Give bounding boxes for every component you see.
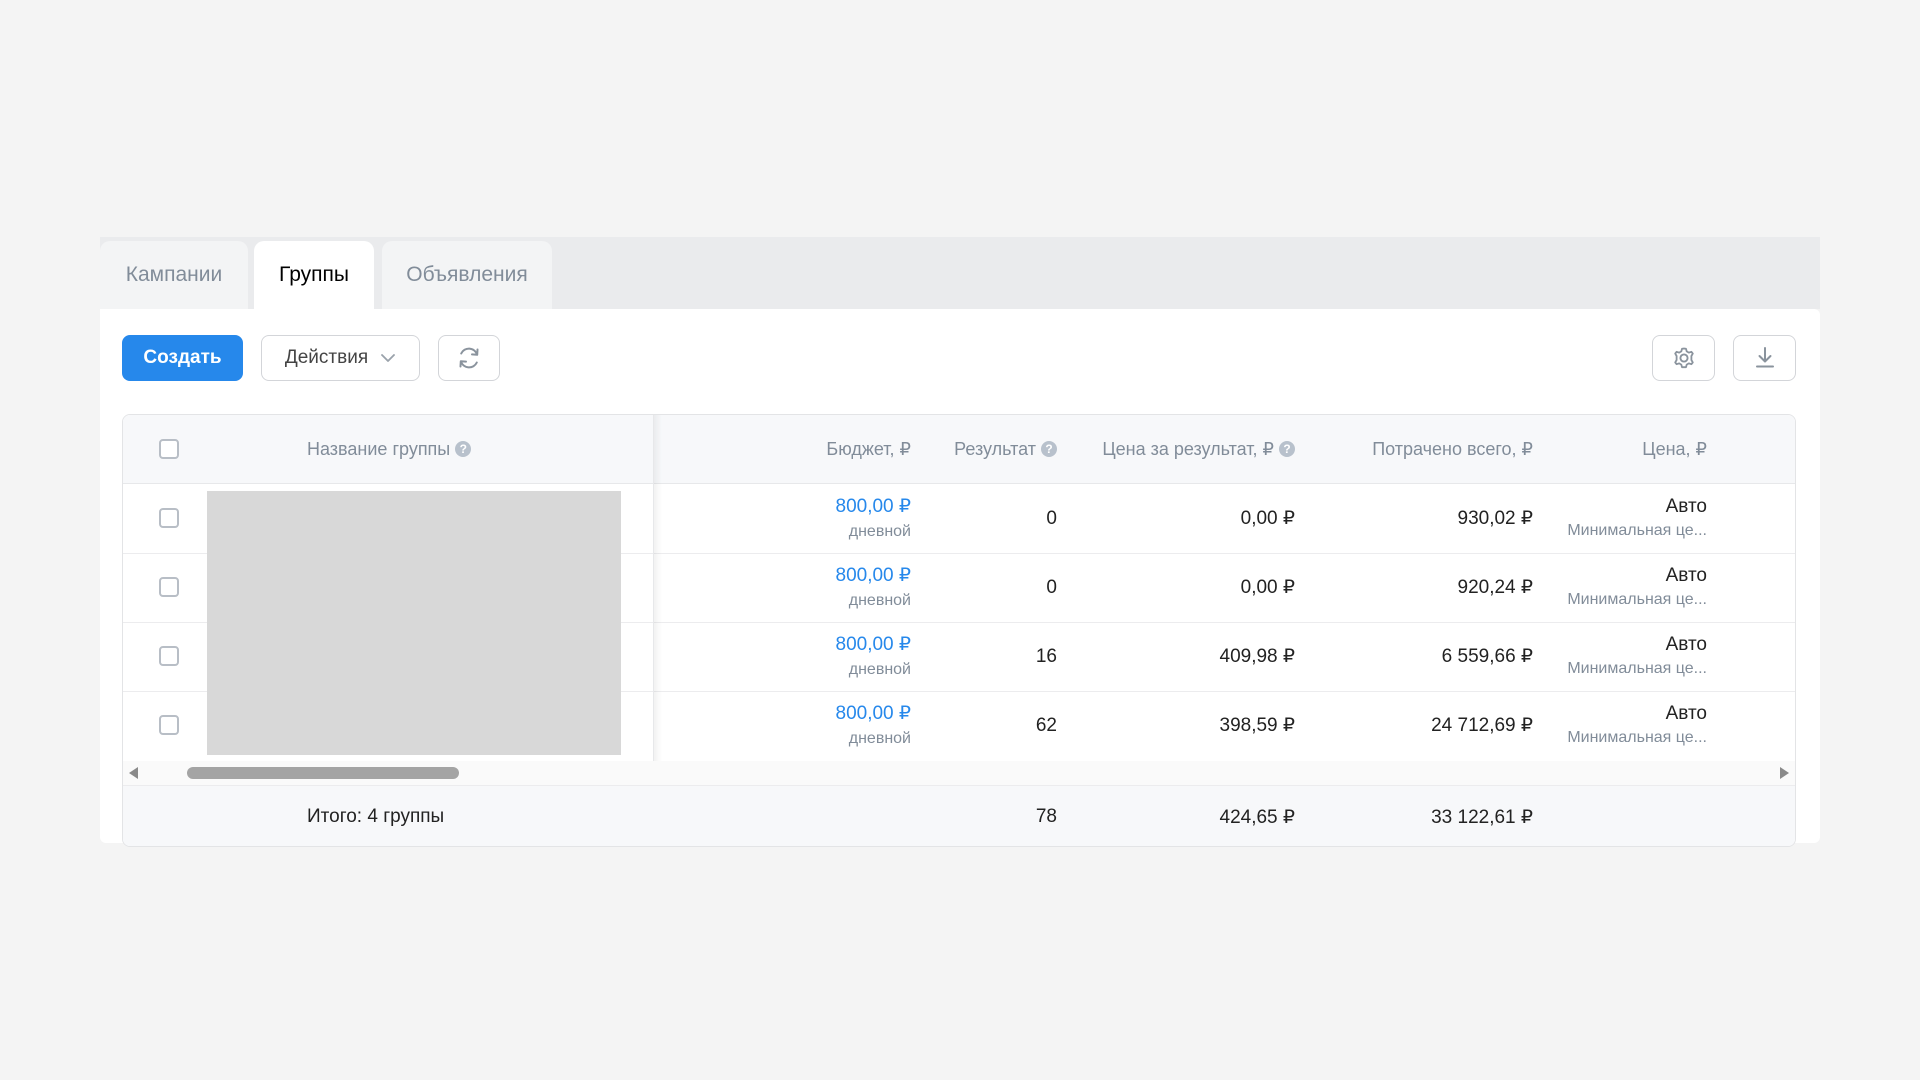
- spent-total-cell: 6 559,66 ₽: [1441, 646, 1533, 667]
- budget-value-link[interactable]: 800,00 ₽: [836, 632, 911, 658]
- cost-per-result-cell: 398,59 ₽: [1219, 715, 1295, 736]
- redacted-group-names: [207, 491, 621, 755]
- row-checkbox[interactable]: [159, 646, 179, 666]
- column-header-result[interactable]: Результат ?: [923, 415, 1057, 483]
- price-cell: Авто Минимальная це...: [1543, 622, 1707, 691]
- spent-total-cell: 24 712,69 ₽: [1431, 715, 1533, 736]
- budget-value-link[interactable]: 800,00 ₽: [836, 563, 911, 589]
- scroll-thumb[interactable]: [187, 767, 459, 779]
- column-header-cost-per-result[interactable]: Цена за результат, ₽ ?: [1063, 415, 1295, 483]
- price-cell: Авто Минимальная це...: [1543, 691, 1707, 760]
- column-header-price-label: Цена, ₽: [1642, 438, 1707, 459]
- help-icon[interactable]: ?: [1041, 441, 1057, 457]
- budget-type: дневной: [848, 522, 911, 540]
- cost-per-result-cell: 0,00 ₽: [1240, 508, 1295, 529]
- refresh-icon: [456, 345, 482, 371]
- price-strategy: Минимальная це...: [1567, 521, 1707, 539]
- price-cell: Авто Минимальная це...: [1543, 553, 1707, 622]
- refresh-button[interactable]: [438, 335, 500, 381]
- horizontal-scrollbar[interactable]: [123, 761, 1795, 786]
- budget-type: дневной: [848, 660, 911, 678]
- tab-groups[interactable]: Группы: [254, 241, 374, 309]
- spent-total-cell: 920,24 ₽: [1457, 577, 1533, 598]
- result-cell: 0: [1046, 576, 1057, 598]
- cost-per-result-cell: 0,00 ₽: [1240, 577, 1295, 598]
- column-header-cost-per-result-label: Цена за результат, ₽: [1102, 438, 1274, 459]
- result-cell: 16: [1035, 645, 1057, 667]
- price-strategy: Минимальная це...: [1567, 590, 1707, 608]
- tab-ads[interactable]: Объявления: [382, 241, 552, 309]
- row-checkbox[interactable]: [159, 715, 179, 735]
- frozen-column-shadow: [654, 415, 662, 761]
- budget-cell: 800,00 ₽ дневной: [723, 622, 911, 691]
- settings-button[interactable]: [1652, 335, 1715, 381]
- select-all-checkbox[interactable]: [159, 439, 179, 459]
- price-value: Авто: [1665, 564, 1707, 586]
- row-checkbox[interactable]: [159, 508, 179, 528]
- groups-panel: Кампании Группы Объявления Создать Дейст…: [100, 237, 1820, 847]
- footer-cost-per-result: 424,65 ₽: [1219, 806, 1295, 828]
- footer-result: 78: [1035, 806, 1057, 827]
- column-header-name-label: Название группы: [307, 438, 451, 459]
- download-button[interactable]: [1733, 335, 1796, 381]
- column-header-spent-total[interactable]: Потрачено всего, ₽: [1303, 415, 1533, 483]
- chevron-down-icon: [380, 353, 396, 363]
- tab-bar: Кампании Группы Объявления: [100, 237, 1820, 309]
- column-header-result-label: Результат: [954, 438, 1036, 459]
- price-strategy: Минимальная це...: [1567, 659, 1707, 677]
- price-cell: Авто Минимальная це...: [1543, 484, 1707, 553]
- cost-per-result-cell: 409,98 ₽: [1219, 646, 1295, 667]
- column-header-price[interactable]: Цена, ₽: [1543, 415, 1707, 483]
- budget-cell: 800,00 ₽ дневной: [723, 553, 911, 622]
- result-cell: 0: [1046, 507, 1057, 529]
- budget-type: дневной: [848, 729, 911, 747]
- table-footer: Итого: 4 группы 78 424,65 ₽ 33 122,61 ₽: [123, 786, 1795, 846]
- budget-value-link[interactable]: 800,00 ₽: [836, 701, 911, 727]
- create-button-label: Создать: [143, 347, 222, 368]
- column-header-budget-label: Бюджет, ₽: [826, 438, 911, 459]
- column-header-spent-total-label: Потрачено всего, ₽: [1372, 438, 1533, 459]
- budget-value-link[interactable]: 800,00 ₽: [836, 494, 911, 520]
- footer-total-label: Итого: 4 группы: [307, 806, 445, 827]
- footer-spent-total: 33 122,61 ₽: [1431, 806, 1533, 828]
- tab-content: Создать Действия Название группы ? Бюдже…: [100, 309, 1820, 847]
- table-header: Название группы ? Бюджет, ₽ Результат ? …: [123, 415, 1795, 484]
- tab-campaigns[interactable]: Кампании: [100, 241, 248, 309]
- gear-icon: [1671, 345, 1697, 371]
- budget-cell: 800,00 ₽ дневной: [723, 484, 911, 553]
- groups-table: Название группы ? Бюджет, ₽ Результат ? …: [122, 414, 1796, 847]
- download-icon: [1752, 345, 1778, 371]
- price-value: Авто: [1665, 495, 1707, 517]
- spent-total-cell: 930,02 ₽: [1457, 508, 1533, 529]
- actions-dropdown[interactable]: Действия: [261, 335, 420, 381]
- help-icon[interactable]: ?: [455, 441, 472, 457]
- actions-dropdown-label: Действия: [284, 347, 369, 368]
- column-header-name[interactable]: Название группы ?: [307, 415, 472, 483]
- scroll-right-icon[interactable]: [1780, 767, 1789, 779]
- row-checkbox[interactable]: [159, 577, 179, 597]
- budget-cell: 800,00 ₽ дневной: [723, 691, 911, 760]
- help-icon[interactable]: ?: [1279, 441, 1295, 457]
- price-value: Авто: [1665, 702, 1707, 724]
- scroll-left-icon[interactable]: [129, 767, 138, 779]
- budget-type: дневной: [848, 591, 911, 609]
- result-cell: 62: [1035, 714, 1057, 736]
- column-header-budget[interactable]: Бюджет, ₽: [723, 415, 911, 483]
- create-button[interactable]: Создать: [122, 335, 243, 381]
- price-value: Авто: [1665, 633, 1707, 655]
- price-strategy: Минимальная це...: [1567, 728, 1707, 746]
